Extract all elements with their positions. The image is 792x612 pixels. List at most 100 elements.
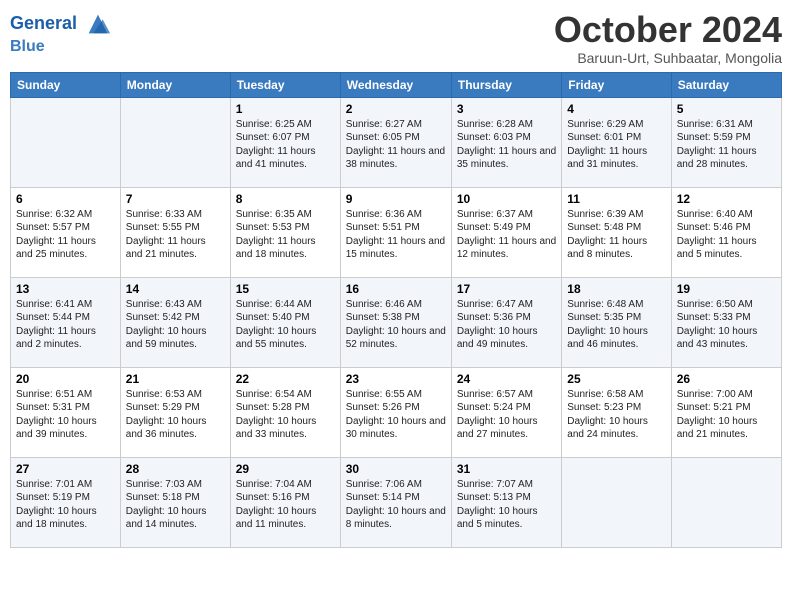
cell-content: Sunrise: 6:53 AM Sunset: 5:29 PM Dayligh…	[126, 388, 225, 442]
month-title: October 2024	[554, 10, 782, 50]
cell-content: Sunrise: 6:48 AM Sunset: 5:35 PM Dayligh…	[567, 298, 665, 352]
calendar-cell: 9 Sunrise: 6:36 AM Sunset: 5:51 PM Daylig…	[340, 187, 451, 277]
day-number: 29	[236, 462, 335, 476]
calendar-cell: 18 Sunrise: 6:48 AM Sunset: 5:35 PM Dayli…	[562, 277, 671, 367]
calendar-week-row: 1Sunrise: 6:25 AM Sunset: 6:07 PM Daylig…	[11, 97, 782, 187]
cell-content: Sunrise: 6:32 AM Sunset: 5:57 PM Dayligh…	[16, 208, 115, 262]
cell-content: Sunrise: 7:06 AM Sunset: 5:14 PM Dayligh…	[346, 478, 446, 532]
calendar-week-row: 6 Sunrise: 6:32 AM Sunset: 5:57 PM Daylig…	[11, 187, 782, 277]
location: Baruun-Urt, Suhbaatar, Mongolia	[554, 50, 782, 66]
title-block: October 2024 Baruun-Urt, Suhbaatar, Mong…	[554, 10, 782, 66]
cell-content: Sunrise: 6:25 AM Sunset: 6:07 PM Dayligh…	[236, 118, 335, 172]
calendar-cell: 1Sunrise: 6:25 AM Sunset: 6:07 PM Daylig…	[230, 97, 340, 187]
day-number: 6	[16, 192, 115, 206]
day-number: 20	[16, 372, 115, 386]
day-of-week-header: Saturday	[671, 72, 781, 97]
cell-content: Sunrise: 6:41 AM Sunset: 5:44 PM Dayligh…	[16, 298, 115, 352]
day-number: 22	[236, 372, 335, 386]
calendar-week-row: 27 Sunrise: 7:01 AM Sunset: 5:19 PM Dayli…	[11, 457, 782, 547]
day-number: 23	[346, 372, 446, 386]
day-of-week-header: Friday	[562, 72, 671, 97]
day-number: 9	[346, 192, 446, 206]
cell-content: Sunrise: 6:29 AM Sunset: 6:01 PM Dayligh…	[567, 118, 665, 172]
day-number: 30	[346, 462, 446, 476]
day-number: 16	[346, 282, 446, 296]
cell-content: Sunrise: 6:35 AM Sunset: 5:53 PM Dayligh…	[236, 208, 335, 262]
cell-content: Sunrise: 6:28 AM Sunset: 6:03 PM Dayligh…	[457, 118, 556, 172]
calendar-cell: 12 Sunrise: 6:40 AM Sunset: 5:46 PM Dayli…	[671, 187, 781, 277]
calendar-cell	[120, 97, 230, 187]
cell-content: Sunrise: 6:47 AM Sunset: 5:36 PM Dayligh…	[457, 298, 556, 352]
calendar-cell	[11, 97, 121, 187]
day-number: 27	[16, 462, 115, 476]
cell-content: Sunrise: 6:27 AM Sunset: 6:05 PM Dayligh…	[346, 118, 446, 172]
day-number: 15	[236, 282, 335, 296]
calendar-cell: 10Sunrise: 6:37 AM Sunset: 5:49 PM Dayli…	[451, 187, 561, 277]
calendar-cell: 23Sunrise: 6:55 AM Sunset: 5:26 PM Dayli…	[340, 367, 451, 457]
calendar-cell: 4 Sunrise: 6:29 AM Sunset: 6:01 PM Daylig…	[562, 97, 671, 187]
calendar-cell	[671, 457, 781, 547]
calendar-cell: 5Sunrise: 6:31 AM Sunset: 5:59 PM Daylig…	[671, 97, 781, 187]
day-number: 3	[457, 102, 556, 116]
day-number: 21	[126, 372, 225, 386]
day-number: 18	[567, 282, 665, 296]
day-number: 10	[457, 192, 556, 206]
calendar-body: 1Sunrise: 6:25 AM Sunset: 6:07 PM Daylig…	[11, 97, 782, 547]
calendar-cell: 31 Sunrise: 7:07 AM Sunset: 5:13 PM Dayli…	[451, 457, 561, 547]
day-number: 14	[126, 282, 225, 296]
calendar-cell	[562, 457, 671, 547]
cell-content: Sunrise: 7:07 AM Sunset: 5:13 PM Dayligh…	[457, 478, 556, 532]
calendar-cell: 30 Sunrise: 7:06 AM Sunset: 5:14 PM Dayli…	[340, 457, 451, 547]
day-number: 31	[457, 462, 556, 476]
calendar-cell: 19 Sunrise: 6:50 AM Sunset: 5:33 PM Dayli…	[671, 277, 781, 367]
day-number: 7	[126, 192, 225, 206]
cell-content: Sunrise: 7:04 AM Sunset: 5:16 PM Dayligh…	[236, 478, 335, 532]
calendar-cell: 6 Sunrise: 6:32 AM Sunset: 5:57 PM Daylig…	[11, 187, 121, 277]
day-number: 4	[567, 102, 665, 116]
calendar-cell: 28Sunrise: 7:03 AM Sunset: 5:18 PM Dayli…	[120, 457, 230, 547]
day-of-week-header: Tuesday	[230, 72, 340, 97]
calendar-cell: 20 Sunrise: 6:51 AM Sunset: 5:31 PM Dayli…	[11, 367, 121, 457]
calendar-cell: 13 Sunrise: 6:41 AM Sunset: 5:44 PM Dayli…	[11, 277, 121, 367]
calendar-cell: 22Sunrise: 6:54 AM Sunset: 5:28 PM Dayli…	[230, 367, 340, 457]
cell-content: Sunrise: 6:31 AM Sunset: 5:59 PM Dayligh…	[677, 118, 776, 172]
day-number: 13	[16, 282, 115, 296]
calendar-cell: 15 Sunrise: 6:44 AM Sunset: 5:40 PM Dayli…	[230, 277, 340, 367]
logo-text: General	[10, 10, 112, 38]
calendar-cell: 2 Sunrise: 6:27 AM Sunset: 6:05 PM Daylig…	[340, 97, 451, 187]
calendar-cell: 3 Sunrise: 6:28 AM Sunset: 6:03 PM Daylig…	[451, 97, 561, 187]
calendar-cell: 24Sunrise: 6:57 AM Sunset: 5:24 PM Dayli…	[451, 367, 561, 457]
cell-content: Sunrise: 7:00 AM Sunset: 5:21 PM Dayligh…	[677, 388, 776, 442]
page-header: General Blue October 2024 Baruun-Urt, Su…	[10, 10, 782, 66]
logo-blue: Blue	[10, 38, 112, 56]
cell-content: Sunrise: 6:46 AM Sunset: 5:38 PM Dayligh…	[346, 298, 446, 352]
day-number: 19	[677, 282, 776, 296]
cell-content: Sunrise: 7:01 AM Sunset: 5:19 PM Dayligh…	[16, 478, 115, 532]
calendar-cell: 11Sunrise: 6:39 AM Sunset: 5:48 PM Dayli…	[562, 187, 671, 277]
calendar-week-row: 13 Sunrise: 6:41 AM Sunset: 5:44 PM Dayli…	[11, 277, 782, 367]
calendar-cell: 16 Sunrise: 6:46 AM Sunset: 5:38 PM Dayli…	[340, 277, 451, 367]
cell-content: Sunrise: 6:58 AM Sunset: 5:23 PM Dayligh…	[567, 388, 665, 442]
calendar-cell: 25 Sunrise: 6:58 AM Sunset: 5:23 PM Dayli…	[562, 367, 671, 457]
day-number: 8	[236, 192, 335, 206]
cell-content: Sunrise: 6:40 AM Sunset: 5:46 PM Dayligh…	[677, 208, 776, 262]
day-number: 11	[567, 192, 665, 206]
calendar-cell: 17Sunrise: 6:47 AM Sunset: 5:36 PM Dayli…	[451, 277, 561, 367]
cell-content: Sunrise: 6:36 AM Sunset: 5:51 PM Dayligh…	[346, 208, 446, 262]
day-number: 12	[677, 192, 776, 206]
cell-content: Sunrise: 6:51 AM Sunset: 5:31 PM Dayligh…	[16, 388, 115, 442]
cell-content: Sunrise: 6:50 AM Sunset: 5:33 PM Dayligh…	[677, 298, 776, 352]
logo-icon	[84, 10, 112, 38]
cell-content: Sunrise: 6:44 AM Sunset: 5:40 PM Dayligh…	[236, 298, 335, 352]
day-number: 25	[567, 372, 665, 386]
calendar-cell: 21 Sunrise: 6:53 AM Sunset: 5:29 PM Dayli…	[120, 367, 230, 457]
day-of-week-header: Monday	[120, 72, 230, 97]
days-of-week-row: SundayMondayTuesdayWednesdayThursdayFrid…	[11, 72, 782, 97]
cell-content: Sunrise: 6:33 AM Sunset: 5:55 PM Dayligh…	[126, 208, 225, 262]
day-number: 24	[457, 372, 556, 386]
day-number: 26	[677, 372, 776, 386]
calendar-cell: 7 Sunrise: 6:33 AM Sunset: 5:55 PM Daylig…	[120, 187, 230, 277]
calendar-cell: 26 Sunrise: 7:00 AM Sunset: 5:21 PM Dayli…	[671, 367, 781, 457]
day-number: 2	[346, 102, 446, 116]
calendar-week-row: 20 Sunrise: 6:51 AM Sunset: 5:31 PM Dayli…	[11, 367, 782, 457]
